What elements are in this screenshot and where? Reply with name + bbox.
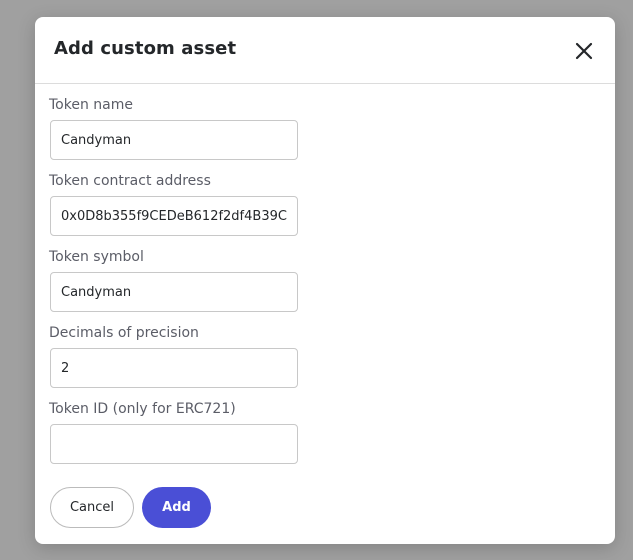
token-id-label: Token ID (only for ERC721) xyxy=(49,401,236,417)
token-symbol-input[interactable] xyxy=(50,272,298,312)
add-custom-asset-dialog: Add custom asset Token name Token contra… xyxy=(35,17,615,544)
dialog-header: Add custom asset xyxy=(35,17,615,84)
token-id-input[interactable] xyxy=(50,424,298,464)
token-name-label: Token name xyxy=(49,97,133,113)
token-symbol-label: Token symbol xyxy=(49,249,144,265)
decimals-of-precision-input[interactable] xyxy=(50,348,298,388)
token-id-field: Token ID (only for ERC721) xyxy=(49,400,298,464)
close-button[interactable] xyxy=(572,39,596,63)
token-name-field: Token name xyxy=(49,96,298,160)
token-contract-address-input[interactable] xyxy=(50,196,298,236)
token-contract-address-label: Token contract address xyxy=(49,173,211,189)
token-symbol-field: Token symbol xyxy=(49,248,298,312)
decimals-of-precision-field: Decimals of precision xyxy=(49,324,298,388)
token-contract-address-field: Token contract address xyxy=(49,172,298,236)
cancel-button[interactable]: Cancel xyxy=(50,487,134,528)
dialog-title: Add custom asset xyxy=(54,38,237,59)
close-icon xyxy=(572,39,596,63)
add-button[interactable]: Add xyxy=(142,487,211,528)
token-name-input[interactable] xyxy=(50,120,298,160)
decimals-of-precision-label: Decimals of precision xyxy=(49,325,199,341)
